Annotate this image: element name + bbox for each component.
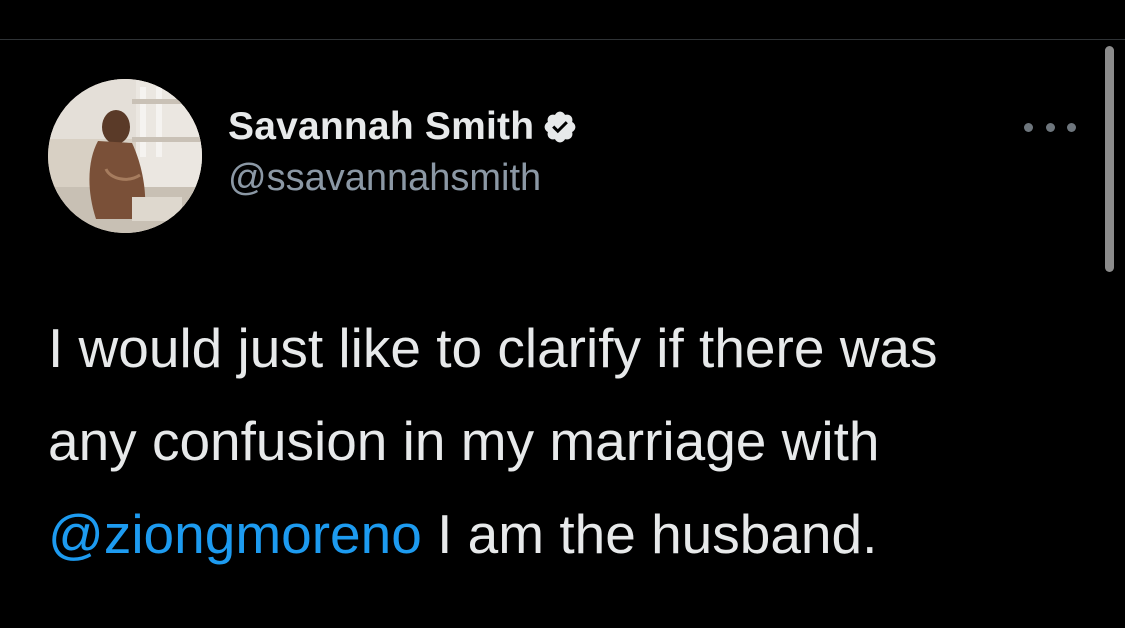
author-display-name[interactable]: Savannah Smith (228, 105, 534, 149)
tweet-text-line: @ziongmoreno I am the husband. (48, 488, 1088, 581)
more-dot (1024, 122, 1033, 132)
more-dot (1067, 122, 1076, 132)
author-name-row: Savannah Smith (228, 103, 578, 151)
tweet-text-line: any confusion in my marriage with (48, 410, 880, 472)
verified-badge-icon (542, 109, 578, 145)
tweet-text-line: I would just like to clarify if there wa… (48, 317, 938, 379)
scrollbar-thumb[interactable] (1105, 46, 1114, 272)
avatar-photo (48, 79, 202, 233)
tweet-text: I would just like to clarify if there wa… (48, 302, 1088, 581)
top-divider (0, 39, 1125, 40)
more-dot (1045, 122, 1055, 132)
author-block: Savannah Smith @ssavannahsmith (228, 103, 578, 200)
mention-link[interactable]: @ziongmoreno (48, 503, 422, 565)
tweet-text-fragment: I am the husband. (421, 503, 878, 565)
author-handle[interactable]: @ssavannahsmith (228, 157, 578, 200)
more-options-icon[interactable] (1024, 113, 1076, 141)
author-avatar[interactable] (48, 79, 202, 233)
